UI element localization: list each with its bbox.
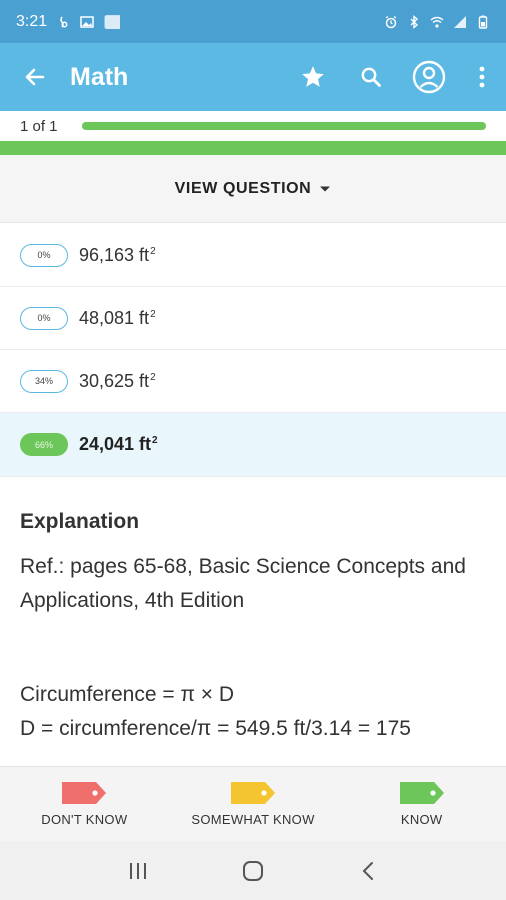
unit-superscript: 2 <box>150 245 156 257</box>
page-title: Math <box>70 62 129 91</box>
tag-icon <box>62 781 107 804</box>
formula-line: D = circumference/π = 549.5 ft/3.14 = 17… <box>20 717 411 740</box>
progress-bar-bottom <box>0 141 506 155</box>
app-icon <box>104 15 121 29</box>
answer-text: 48,081 ft2 <box>79 308 156 329</box>
system-nav-bar <box>0 841 506 900</box>
view-question-label: VIEW QUESTION <box>174 179 312 197</box>
explanation-reference: Ref.: pages 65-68, Basic Science Concept… <box>20 555 466 612</box>
explanation-formula: Circumference = π × D D = circumference/… <box>20 678 486 746</box>
answer-value: 96,163 ft <box>79 244 150 265</box>
percent-badge: 0% <box>20 306 68 330</box>
unit-superscript: 2 <box>150 308 156 320</box>
progress-bar <box>82 122 486 130</box>
progress-row: 1 of 1 <box>0 111 506 141</box>
unit-superscript: 2 <box>150 371 156 383</box>
answer-value: 48,081 ft <box>79 307 150 328</box>
account-button[interactable] <box>400 43 458 111</box>
back-icon <box>362 861 374 880</box>
tag-icon <box>231 781 275 804</box>
nav-back-button[interactable] <box>338 841 398 900</box>
progress-count: 1 of 1 <box>20 117 58 135</box>
home-icon <box>242 860 263 881</box>
dropdown-icon <box>320 186 331 191</box>
somewhat-know-label: SOMEWHAT KNOW <box>191 811 315 827</box>
answer-option[interactable]: 0% 48,081 ft2 <box>0 287 506 350</box>
bluetooth-icon <box>410 14 419 29</box>
view-question-button[interactable]: VIEW QUESTION <box>0 155 506 223</box>
answer-text: 96,163 ft2 <box>79 245 156 266</box>
percent-badge: 66% <box>20 433 68 456</box>
favorite-button[interactable] <box>284 43 342 111</box>
progress-fill <box>82 122 486 130</box>
recents-icon <box>129 862 146 879</box>
answer-option-correct[interactable]: 66% 24,041 ft2 <box>0 413 506 477</box>
dont-know-label: DON'T KNOW <box>41 811 128 827</box>
alarm-icon <box>385 15 397 28</box>
knowledge-bar: DON'T KNOW SOMEWHAT KNOW KNOW <box>0 766 506 841</box>
answer-value: 30,625 ft <box>79 370 150 391</box>
account-icon <box>412 60 446 94</box>
more-vert-icon <box>479 66 485 88</box>
search-icon <box>361 67 381 87</box>
signal-icon <box>454 15 466 28</box>
dont-know-button[interactable]: DON'T KNOW <box>0 767 169 841</box>
search-button[interactable] <box>342 43 400 111</box>
recents-button[interactable] <box>108 841 168 900</box>
tag-icon <box>399 781 444 804</box>
answer-option[interactable]: 34% 30,625 ft2 <box>0 350 506 413</box>
star-icon <box>302 66 324 87</box>
notification-icon <box>60 16 68 27</box>
formula-line: Circumference = π × D <box>20 683 235 706</box>
back-arrow-icon <box>25 68 45 86</box>
answer-text: 30,625 ft2 <box>79 371 156 392</box>
battery-icon <box>478 15 488 29</box>
status-left-icons <box>57 14 121 29</box>
somewhat-know-button[interactable]: SOMEWHAT KNOW <box>169 767 338 841</box>
percent-badge: 0% <box>20 243 68 267</box>
status-bar: 3:21 <box>0 0 506 43</box>
app-bar: Math <box>0 43 506 111</box>
answer-text: 24,041 ft2 <box>79 434 158 455</box>
more-options-button[interactable] <box>458 43 506 111</box>
home-button[interactable] <box>223 841 283 900</box>
unit-superscript: 2 <box>152 435 158 446</box>
answer-value: 24,041 ft <box>79 434 152 454</box>
answer-list: 0% 96,163 ft2 0% 48,081 ft2 34% 30,625 f… <box>0 224 506 477</box>
percent-badge: 34% <box>20 369 68 393</box>
screen: 3:21 Math 1 of 1 VIEW QUESTION 0% 96,163… <box>0 0 506 900</box>
know-label: KNOW <box>400 811 443 827</box>
image-icon <box>80 15 94 28</box>
answer-option[interactable]: 0% 96,163 ft2 <box>0 224 506 287</box>
know-button[interactable]: KNOW <box>337 767 506 841</box>
wifi-icon <box>430 16 444 28</box>
explanation-heading: Explanation <box>20 510 140 533</box>
back-button[interactable] <box>0 43 70 111</box>
status-right-icons <box>384 14 490 29</box>
status-time: 3:21 <box>16 12 48 30</box>
explanation-section: Explanation Ref.: pages 65-68, Basic Sci… <box>0 478 506 766</box>
